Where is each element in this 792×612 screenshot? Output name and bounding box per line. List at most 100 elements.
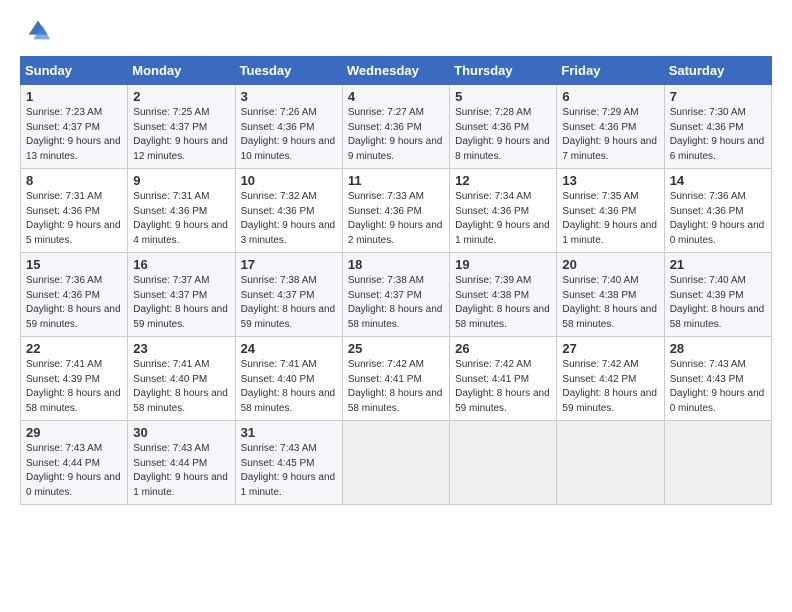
cell-details: Sunrise: 7:43 AMSunset: 4:45 PMDaylight:…	[241, 443, 336, 498]
calendar-cell	[557, 421, 664, 505]
cell-details: Sunrise: 7:42 AMSunset: 4:42 PMDaylight:…	[562, 359, 657, 414]
cell-details: Sunrise: 7:40 AMSunset: 4:38 PMDaylight:…	[562, 275, 657, 330]
day-number: 20	[562, 257, 659, 272]
cell-details: Sunrise: 7:41 AMSunset: 4:40 PMDaylight:…	[241, 359, 336, 414]
logo-icon	[24, 16, 52, 44]
header-saturday: Saturday	[664, 57, 771, 85]
calendar-cell: 7Sunrise: 7:30 AMSunset: 4:36 PMDaylight…	[664, 85, 771, 169]
day-number: 2	[133, 89, 230, 104]
day-number: 27	[562, 341, 659, 356]
day-number: 18	[348, 257, 445, 272]
day-number: 3	[241, 89, 338, 104]
page-header	[20, 16, 772, 44]
header-monday: Monday	[128, 57, 235, 85]
cell-details: Sunrise: 7:25 AMSunset: 4:37 PMDaylight:…	[133, 107, 228, 162]
day-number: 31	[241, 425, 338, 440]
day-number: 25	[348, 341, 445, 356]
calendar-cell: 29 Sunrise: 7:43 AMSunset: 4:44 PMDayligh…	[21, 421, 128, 505]
calendar-cell: 24 Sunrise: 7:41 AMSunset: 4:40 PMDayligh…	[235, 337, 342, 421]
calendar-cell: 20 Sunrise: 7:40 AMSunset: 4:38 PMDayligh…	[557, 253, 664, 337]
cell-details: Sunrise: 7:29 AMSunset: 4:36 PMDaylight:…	[562, 107, 657, 162]
week-row-5: 29 Sunrise: 7:43 AMSunset: 4:44 PMDayligh…	[21, 421, 772, 505]
calendar-cell: 28 Sunrise: 7:43 AMSunset: 4:43 PMDayligh…	[664, 337, 771, 421]
cell-details: Sunrise: 7:23 AMSunset: 4:37 PMDaylight:…	[26, 107, 121, 162]
calendar-cell: 17 Sunrise: 7:38 AMSunset: 4:37 PMDayligh…	[235, 253, 342, 337]
week-row-3: 15Sunrise: 7:36 AMSunset: 4:36 PMDayligh…	[21, 253, 772, 337]
day-number: 12	[455, 173, 552, 188]
calendar-cell: 25 Sunrise: 7:42 AMSunset: 4:41 PMDayligh…	[342, 337, 449, 421]
day-number: 26	[455, 341, 552, 356]
cell-details: Sunrise: 7:43 AMSunset: 4:44 PMDaylight:…	[26, 443, 121, 498]
cell-details: Sunrise: 7:39 AMSunset: 4:38 PMDaylight:…	[455, 275, 550, 330]
day-number: 7	[670, 89, 767, 104]
cell-details: Sunrise: 7:41 AMSunset: 4:40 PMDaylight:…	[133, 359, 228, 414]
day-number: 11	[348, 173, 445, 188]
day-number: 28	[670, 341, 767, 356]
cell-details: Sunrise: 7:42 AMSunset: 4:41 PMDaylight:…	[455, 359, 550, 414]
cell-details: Sunrise: 7:38 AMSunset: 4:37 PMDaylight:…	[241, 275, 336, 330]
day-number: 17	[241, 257, 338, 272]
calendar-cell: 30 Sunrise: 7:43 AMSunset: 4:44 PMDayligh…	[128, 421, 235, 505]
calendar-cell: 18 Sunrise: 7:38 AMSunset: 4:37 PMDayligh…	[342, 253, 449, 337]
calendar-cell: 23 Sunrise: 7:41 AMSunset: 4:40 PMDayligh…	[128, 337, 235, 421]
calendar-cell: 14 Sunrise: 7:36 AMSunset: 4:36 PMDayligh…	[664, 169, 771, 253]
calendar-cell: 2 Sunrise: 7:25 AMSunset: 4:37 PMDaylight…	[128, 85, 235, 169]
day-number: 13	[562, 173, 659, 188]
logo	[20, 16, 52, 44]
calendar-cell: 27 Sunrise: 7:42 AMSunset: 4:42 PMDayligh…	[557, 337, 664, 421]
cell-details: Sunrise: 7:38 AMSunset: 4:37 PMDaylight:…	[348, 275, 443, 330]
cell-details: Sunrise: 7:43 AMSunset: 4:44 PMDaylight:…	[133, 443, 228, 498]
cell-details: Sunrise: 7:42 AMSunset: 4:41 PMDaylight:…	[348, 359, 443, 414]
header-tuesday: Tuesday	[235, 57, 342, 85]
cell-details: Sunrise: 7:41 AMSunset: 4:39 PMDaylight:…	[26, 359, 121, 414]
cell-details: Sunrise: 7:36 AMSunset: 4:36 PMDaylight:…	[26, 275, 121, 330]
day-number: 29	[26, 425, 123, 440]
calendar-cell: 6 Sunrise: 7:29 AMSunset: 4:36 PMDaylight…	[557, 85, 664, 169]
week-row-2: 8 Sunrise: 7:31 AMSunset: 4:36 PMDaylight…	[21, 169, 772, 253]
day-number: 16	[133, 257, 230, 272]
calendar-table: SundayMondayTuesdayWednesdayThursdayFrid…	[20, 56, 772, 505]
cell-details: Sunrise: 7:34 AMSunset: 4:36 PMDaylight:…	[455, 191, 550, 246]
calendar-cell: 8Sunrise: 7:31 AMSunset: 4:36 PMDaylight…	[21, 169, 128, 253]
week-row-4: 22 Sunrise: 7:41 AMSunset: 4:39 PMDayligh…	[21, 337, 772, 421]
cell-details: Sunrise: 7:36 AMSunset: 4:36 PMDaylight:…	[670, 191, 765, 246]
header-thursday: Thursday	[450, 57, 557, 85]
day-number: 8	[26, 173, 123, 188]
day-number: 30	[133, 425, 230, 440]
cell-details: Sunrise: 7:27 AMSunset: 4:36 PMDaylight:…	[348, 107, 443, 162]
header-row: SundayMondayTuesdayWednesdayThursdayFrid…	[21, 57, 772, 85]
header-wednesday: Wednesday	[342, 57, 449, 85]
cell-details: Sunrise: 7:28 AMSunset: 4:36 PMDaylight:…	[455, 107, 550, 162]
calendar-cell: 15Sunrise: 7:36 AMSunset: 4:36 PMDayligh…	[21, 253, 128, 337]
calendar-cell: 13 Sunrise: 7:35 AMSunset: 4:36 PMDayligh…	[557, 169, 664, 253]
cell-details: Sunrise: 7:43 AMSunset: 4:43 PMDaylight:…	[670, 359, 765, 414]
day-number: 24	[241, 341, 338, 356]
day-number: 22	[26, 341, 123, 356]
calendar-cell: 19Sunrise: 7:39 AMSunset: 4:38 PMDayligh…	[450, 253, 557, 337]
calendar-cell: 16 Sunrise: 7:37 AMSunset: 4:37 PMDayligh…	[128, 253, 235, 337]
day-number: 14	[670, 173, 767, 188]
week-row-1: 1 Sunrise: 7:23 AMSunset: 4:37 PMDaylight…	[21, 85, 772, 169]
calendar-cell	[450, 421, 557, 505]
header-friday: Friday	[557, 57, 664, 85]
day-number: 6	[562, 89, 659, 104]
calendar-cell: 4 Sunrise: 7:27 AMSunset: 4:36 PMDaylight…	[342, 85, 449, 169]
day-number: 5	[455, 89, 552, 104]
calendar-cell	[664, 421, 771, 505]
calendar-cell: 3 Sunrise: 7:26 AMSunset: 4:36 PMDaylight…	[235, 85, 342, 169]
calendar-cell: 1 Sunrise: 7:23 AMSunset: 4:37 PMDaylight…	[21, 85, 128, 169]
day-number: 9	[133, 173, 230, 188]
cell-details: Sunrise: 7:37 AMSunset: 4:37 PMDaylight:…	[133, 275, 228, 330]
day-number: 4	[348, 89, 445, 104]
cell-details: Sunrise: 7:31 AMSunset: 4:36 PMDaylight:…	[133, 191, 228, 246]
day-number: 23	[133, 341, 230, 356]
cell-details: Sunrise: 7:32 AMSunset: 4:36 PMDaylight:…	[241, 191, 336, 246]
cell-details: Sunrise: 7:26 AMSunset: 4:36 PMDaylight:…	[241, 107, 336, 162]
day-number: 1	[26, 89, 123, 104]
calendar-cell: 11Sunrise: 7:33 AMSunset: 4:36 PMDayligh…	[342, 169, 449, 253]
header-sunday: Sunday	[21, 57, 128, 85]
calendar-cell: 9 Sunrise: 7:31 AMSunset: 4:36 PMDaylight…	[128, 169, 235, 253]
cell-details: Sunrise: 7:35 AMSunset: 4:36 PMDaylight:…	[562, 191, 657, 246]
calendar-cell: 31 Sunrise: 7:43 AMSunset: 4:45 PMDayligh…	[235, 421, 342, 505]
cell-details: Sunrise: 7:40 AMSunset: 4:39 PMDaylight:…	[670, 275, 765, 330]
